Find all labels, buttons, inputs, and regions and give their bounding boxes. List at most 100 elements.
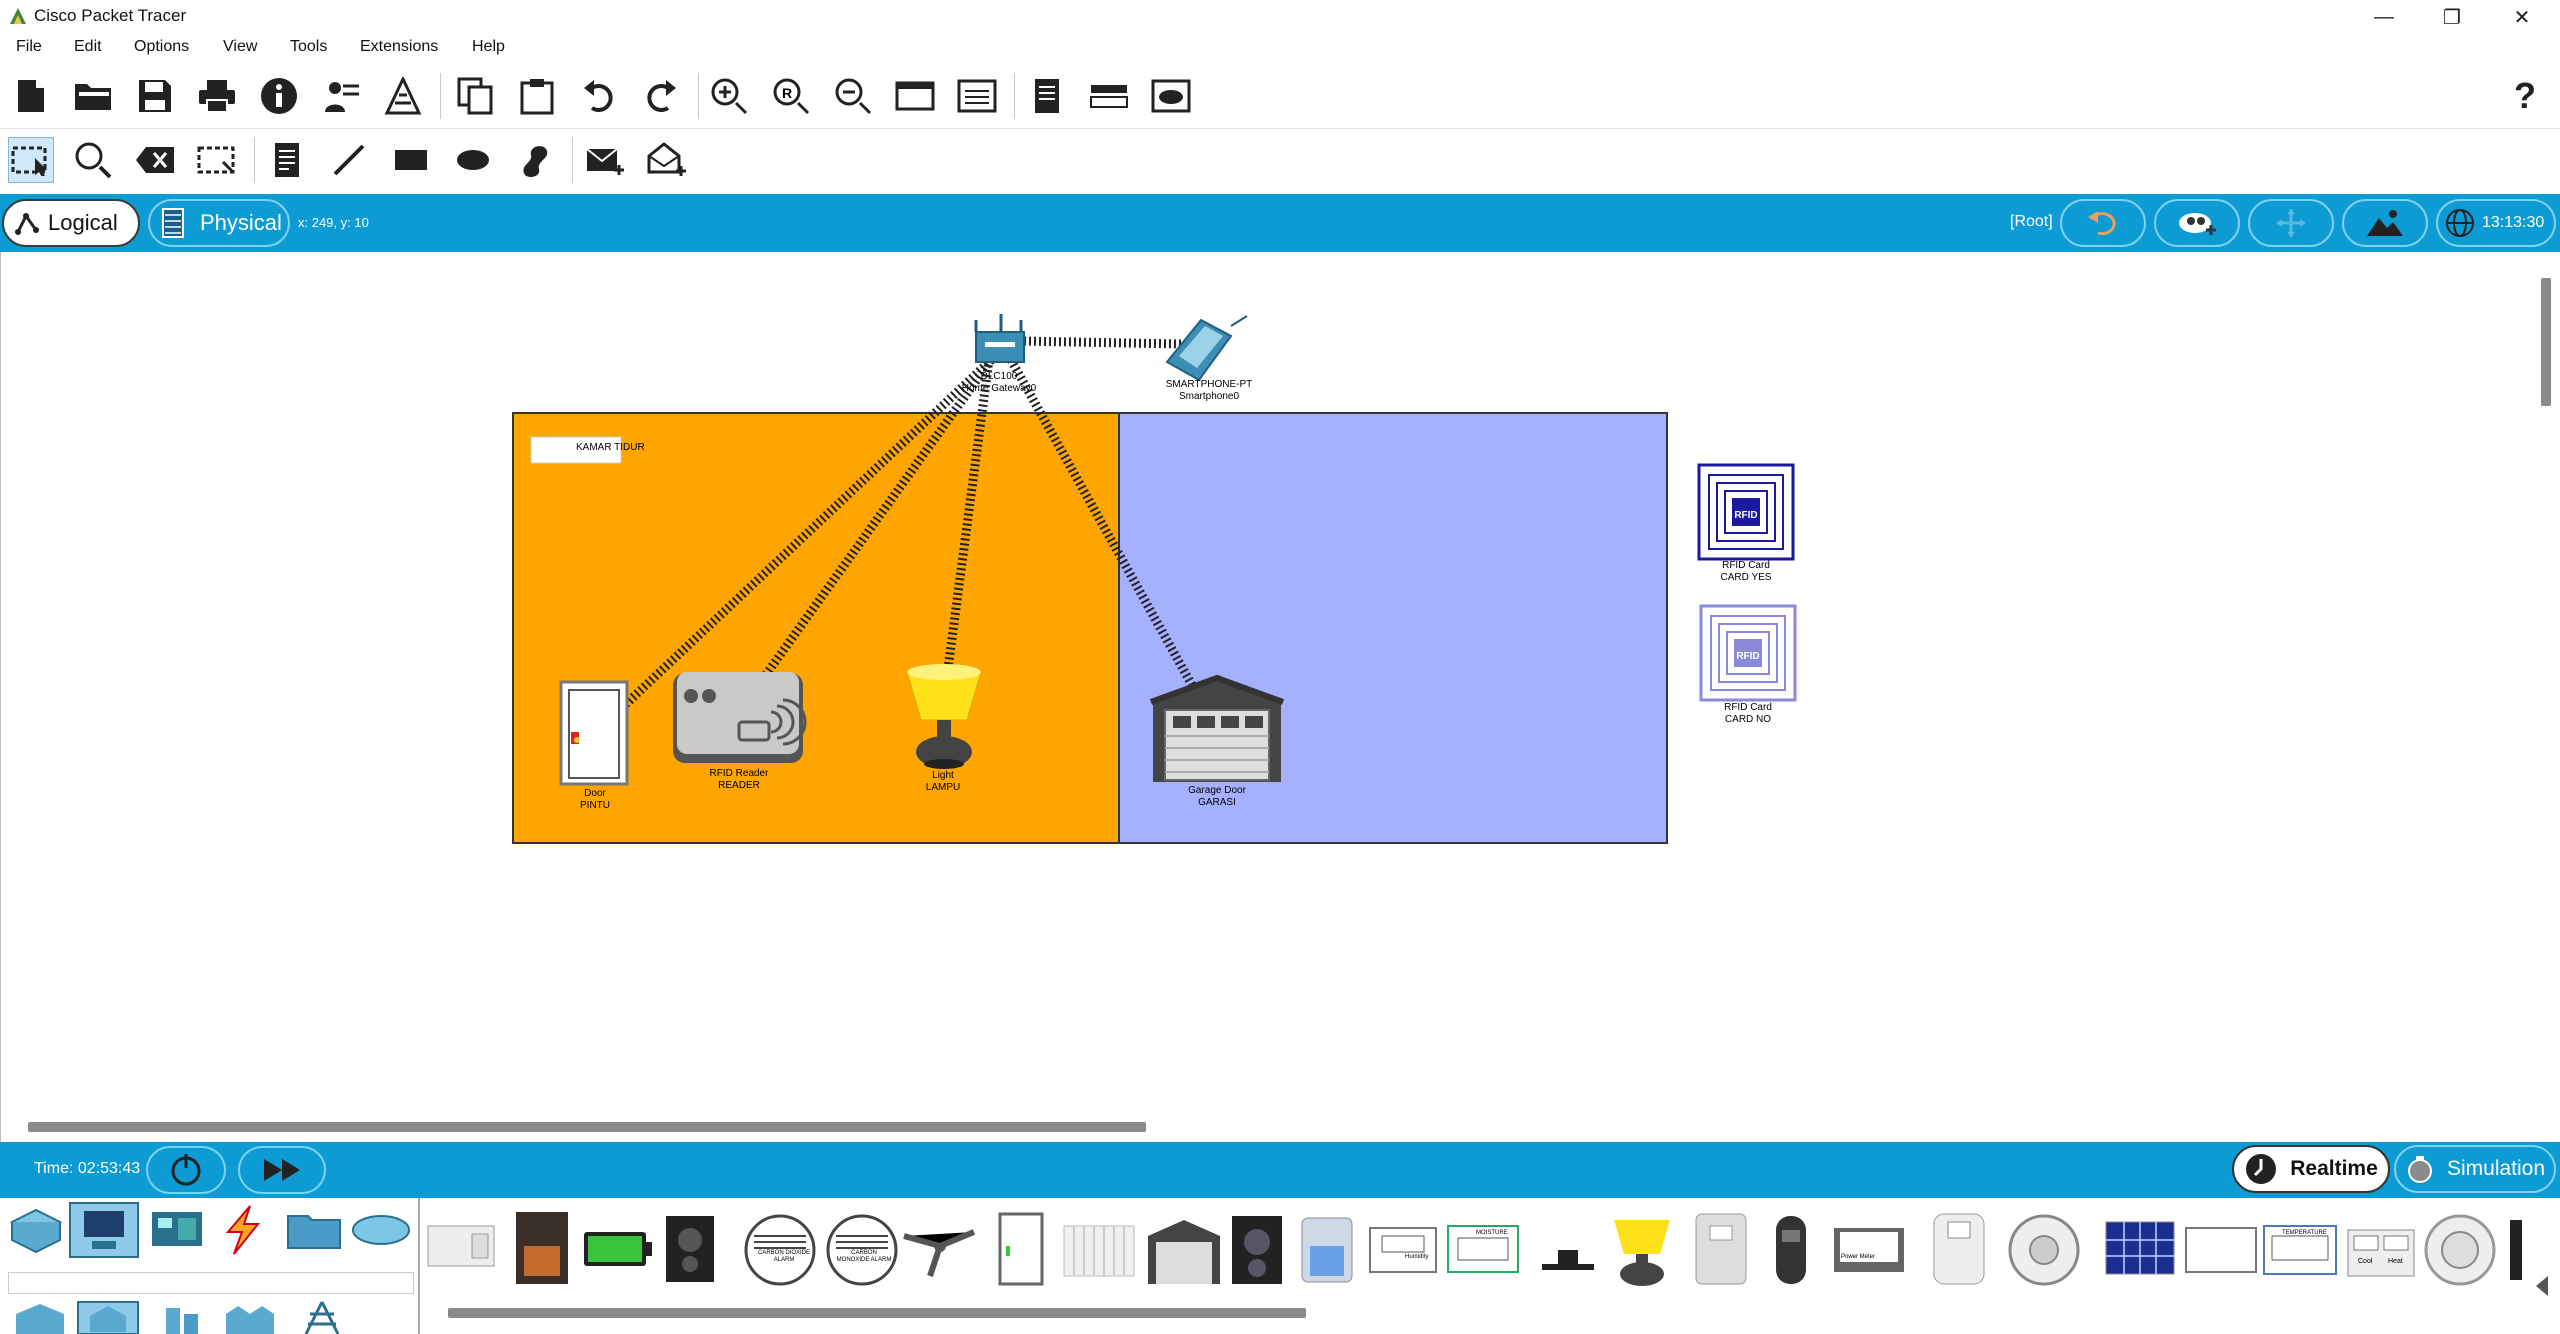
speaker-device-icon[interactable]	[666, 1216, 714, 1282]
back-button[interactable]	[2060, 199, 2146, 247]
copy-icon[interactable]	[452, 73, 498, 119]
open-folder-icon[interactable]	[70, 73, 116, 119]
garage-door-palette-icon[interactable]	[1148, 1220, 1220, 1284]
home-subcategory-icon[interactable]	[76, 1300, 140, 1334]
end-devices-category-icon[interactable]	[68, 1201, 140, 1259]
webcam-device-icon[interactable]	[1776, 1216, 1806, 1284]
save-icon[interactable]	[132, 73, 178, 119]
smart-city-subcategory-icon[interactable]	[162, 1302, 202, 1334]
connections-category-icon[interactable]	[216, 1204, 270, 1256]
minimize-button[interactable]: —	[2354, 0, 2414, 34]
resize-shape-icon[interactable]	[194, 137, 240, 183]
print-icon[interactable]	[194, 73, 240, 119]
ceiling-fan-device-icon[interactable]	[903, 1229, 976, 1277]
humidity-sensor-device-icon[interactable]	[1369, 1227, 1437, 1273]
battery-device-icon[interactable]	[584, 1232, 652, 1266]
power-grid-subcategory-icon[interactable]	[300, 1300, 344, 1334]
add-complex-pdu-icon[interactable]	[644, 137, 690, 183]
network-devices-category-icon[interactable]	[8, 1204, 64, 1258]
routers-subcategory-icon[interactable]	[10, 1302, 70, 1334]
select-icon[interactable]	[8, 137, 54, 183]
cool-heat-device-icon[interactable]	[2347, 1229, 2415, 1277]
help-icon[interactable]: ?	[2502, 73, 2548, 119]
wind-detector-device-icon[interactable]	[2510, 1220, 2522, 1280]
industrial-subcategory-icon[interactable]	[222, 1300, 280, 1334]
undo-icon[interactable]	[576, 73, 622, 119]
motion-detector-device-icon[interactable]	[1542, 1250, 1594, 1270]
time-display: Time: 02:53:43	[34, 1160, 141, 1177]
viewport-clock-button[interactable]: 13:13:30	[2436, 199, 2556, 247]
panel-collapse-arrow-icon[interactable]	[2532, 1274, 2552, 1298]
draw-line-icon[interactable]	[326, 137, 372, 183]
paste-icon[interactable]	[514, 73, 560, 119]
display-screen-device-icon[interactable]	[2185, 1227, 2257, 1273]
window-device-icon[interactable]	[427, 1225, 495, 1267]
drawing-palette-icon[interactable]	[892, 73, 938, 119]
miscellaneous-category-icon[interactable]	[286, 1208, 342, 1250]
menu-tools[interactable]: Tools	[290, 38, 327, 56]
close-button[interactable]: ✕	[2492, 0, 2552, 34]
tab-physical[interactable]: Physical	[148, 199, 290, 247]
trip-sensor-device-icon[interactable]	[1933, 1213, 1985, 1285]
new-file-icon[interactable]	[8, 73, 54, 119]
cluster-cloud-icon[interactable]	[1148, 73, 1194, 119]
redo-icon[interactable]	[638, 73, 684, 119]
logical-workspace[interactable]: KAMAR TIDUR RFID RFID DLC100 Home Gateway…	[0, 252, 2549, 1142]
power-cycle-button[interactable]	[146, 1146, 226, 1194]
network-info-icon[interactable]	[318, 73, 364, 119]
root-breadcrumb[interactable]: [Root]	[2010, 213, 2053, 231]
coffee-maker-device-icon[interactable]	[516, 1212, 568, 1284]
radiator-device-icon[interactable]	[1063, 1225, 1135, 1277]
inspect-icon[interactable]	[70, 137, 116, 183]
tab-logical[interactable]: Logical	[2, 199, 140, 247]
motion-sensor-device-icon[interactable]	[1695, 1213, 1747, 1285]
light-palette-icon[interactable]	[1614, 1220, 1670, 1286]
draw-rectangle-icon[interactable]	[388, 137, 434, 183]
zoom-out-icon[interactable]	[830, 73, 876, 119]
cool-label: Cool	[2358, 1258, 2373, 1265]
realtime-mode-button[interactable]: Realtime	[2232, 1145, 2390, 1193]
humidifier-device-icon[interactable]	[1301, 1217, 1353, 1283]
door-device[interactable]	[559, 680, 629, 786]
new-cluster-button[interactable]	[2154, 199, 2240, 247]
smoke-detector-device-icon[interactable]	[2008, 1214, 2080, 1286]
custom-device-icon[interactable]	[954, 73, 1000, 119]
palette-scroll-thumb[interactable]	[448, 1308, 1306, 1318]
home-gateway-device[interactable]	[974, 314, 1025, 363]
rfid-reader-device[interactable]	[673, 672, 807, 763]
humidity-label: Humidity	[1405, 1254, 1429, 1260]
notes-icon[interactable]	[1024, 73, 1070, 119]
smartphone-device[interactable]	[1165, 315, 1248, 382]
garage-door-device[interactable]	[1149, 674, 1285, 782]
draw-ellipse-icon[interactable]	[450, 137, 496, 183]
speaker2-device-icon[interactable]	[1232, 1216, 1282, 1284]
delete-icon[interactable]	[132, 137, 178, 183]
menu-help[interactable]: Help	[472, 38, 505, 56]
info-icon[interactable]	[256, 73, 302, 119]
solar-panel-device-icon[interactable]	[2105, 1221, 2175, 1275]
add-simple-pdu-icon[interactable]	[582, 137, 628, 183]
fast-forward-button[interactable]	[238, 1146, 326, 1194]
multiuser-category-icon[interactable]	[350, 1208, 412, 1248]
door-palette-icon[interactable]	[998, 1212, 1044, 1286]
move-object-button[interactable]	[2248, 199, 2334, 247]
components-category-icon[interactable]	[150, 1208, 204, 1250]
simulation-mode-button[interactable]: Simulation	[2394, 1145, 2556, 1193]
place-note-icon[interactable]	[264, 137, 310, 183]
zoom-reset-icon[interactable]: R	[768, 73, 814, 119]
zoom-in-icon[interactable]	[706, 73, 752, 119]
maximize-button[interactable]: ❐	[2422, 0, 2482, 34]
menu-options[interactable]: Options	[134, 38, 189, 56]
device-template-icon[interactable]	[1086, 73, 1132, 119]
freeform-icon[interactable]	[512, 137, 558, 183]
set-background-button[interactable]	[2342, 199, 2428, 247]
menu-view[interactable]: View	[223, 38, 257, 56]
menu-file[interactable]: File	[16, 38, 42, 56]
power-meter-device-icon[interactable]	[1834, 1228, 1904, 1272]
vertical-scroll-thumb[interactable]	[2541, 278, 2551, 406]
horizontal-scroll-thumb[interactable]	[28, 1122, 1146, 1132]
menu-extensions[interactable]: Extensions	[360, 38, 438, 56]
menu-edit[interactable]: Edit	[74, 38, 102, 56]
activity-wizard-icon[interactable]	[380, 73, 426, 119]
water-sprinkler-device-icon[interactable]	[2424, 1214, 2496, 1286]
